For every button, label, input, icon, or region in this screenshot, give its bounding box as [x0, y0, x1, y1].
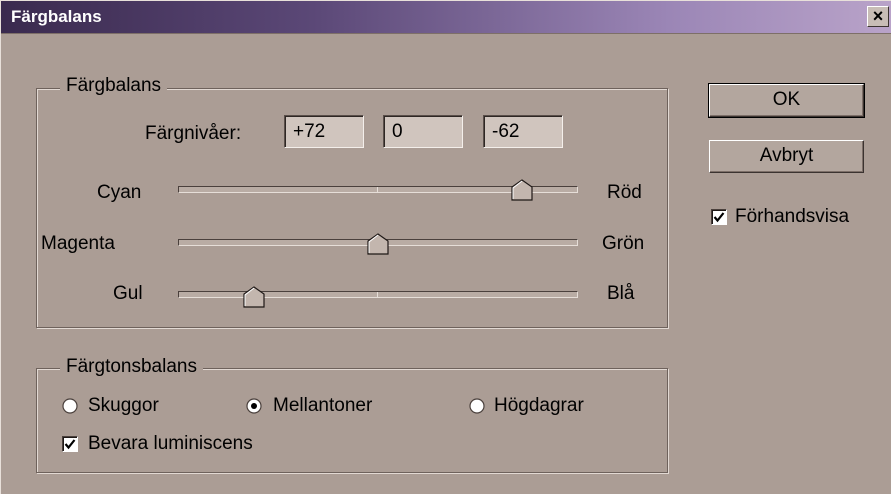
- slider-yellow-label: Gul: [113, 283, 143, 304]
- yellow-blue-center-tick: [377, 292, 378, 297]
- radio-midtones-label[interactable]: Mellantoner: [273, 395, 372, 417]
- levels-label: Färgnivåer:: [145, 123, 242, 144]
- slider-red-label: Röd: [607, 182, 642, 203]
- cyan-red-slider-thumb[interactable]: [511, 179, 533, 201]
- radio-highlights[interactable]: [469, 398, 485, 414]
- slider-cyan-label: Cyan: [97, 182, 142, 203]
- preserve-luminosity-checkbox[interactable]: [62, 436, 78, 452]
- preserve-luminosity-label[interactable]: Bevara luminiscens: [88, 433, 253, 455]
- cyan-red-center-tick: [377, 187, 378, 192]
- color-balance-legend: Färgbalans: [60, 75, 168, 97]
- preview-label[interactable]: Förhandsvisa: [735, 206, 849, 228]
- tone-balance-legend: Färgtonsbalans: [60, 356, 203, 378]
- window-title: Färgbalans: [11, 7, 102, 26]
- close-icon: ×: [872, 6, 884, 26]
- radio-shadows[interactable]: [62, 398, 78, 414]
- slider-green-label: Grön: [602, 233, 645, 254]
- level-cyan-red-input[interactable]: +72: [284, 115, 364, 148]
- checkmark-icon: [713, 212, 725, 223]
- yellow-blue-track[interactable]: [178, 291, 578, 298]
- level-yellow-blue-input[interactable]: -62: [483, 115, 563, 148]
- slider-magenta-label: Magenta: [41, 233, 115, 254]
- checkmark-icon: [64, 439, 76, 450]
- yellow-blue-slider-thumb[interactable]: [243, 286, 265, 308]
- title-bar[interactable]: Färgbalans ×: [1, 1, 891, 34]
- close-button[interactable]: ×: [867, 6, 889, 27]
- radio-shadows-label[interactable]: Skuggor: [88, 395, 159, 417]
- color-balance-dialog: Färgbalans × Färgbalans Färgnivåer: +72 …: [0, 0, 891, 494]
- slider-blue-label: Blå: [607, 283, 635, 304]
- cancel-button[interactable]: Avbryt: [709, 140, 864, 173]
- level-magenta-green-input[interactable]: 0: [383, 115, 463, 148]
- ok-button[interactable]: OK: [708, 83, 865, 118]
- tone-balance-group: [36, 368, 668, 473]
- preview-checkbox[interactable]: [711, 209, 727, 225]
- radio-midtones[interactable]: [246, 398, 262, 414]
- magenta-green-slider-thumb[interactable]: [367, 233, 389, 255]
- radio-highlights-label[interactable]: Högdagrar: [494, 395, 584, 417]
